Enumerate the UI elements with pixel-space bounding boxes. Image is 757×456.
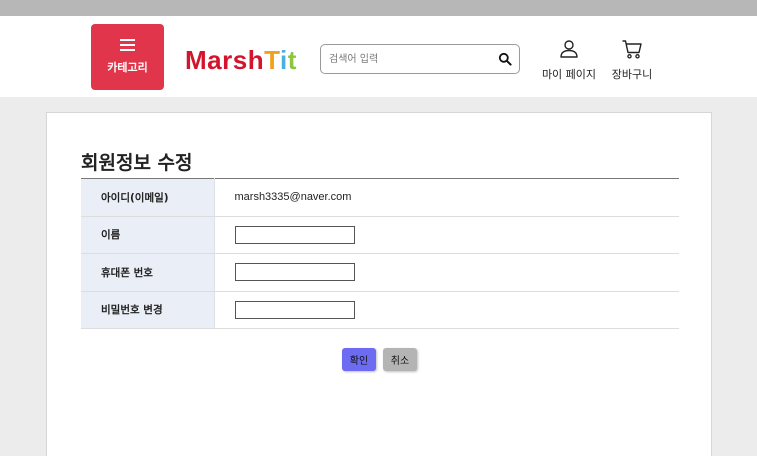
cart-label: 장바구니: [611, 68, 653, 81]
row-label-password: 비밀번호 변경: [81, 291, 215, 329]
cancel-button[interactable]: 취소: [383, 348, 417, 371]
search-icon[interactable]: [498, 52, 512, 66]
category-button[interactable]: 카테고리: [91, 24, 164, 90]
table-row: 비밀번호 변경: [81, 291, 679, 329]
row-label-name: 이름: [81, 216, 215, 254]
user-icon: [560, 40, 578, 58]
row-label-id: 아이디(이메일): [81, 178, 215, 217]
name-input[interactable]: [234, 225, 355, 244]
browser-top-strip: [0, 0, 757, 16]
member-edit-panel: 회원정보 수정 아이디(이메일) marsh3335@naver.com 이름 …: [46, 112, 712, 456]
row-label-phone: 휴대폰 번호: [81, 253, 215, 292]
mypage-link[interactable]: 마이 페이지: [540, 38, 598, 82]
hamburger-icon: [120, 39, 135, 51]
cart-link[interactable]: 장바구니: [610, 38, 654, 82]
site-logo[interactable]: MarshTit: [185, 45, 297, 76]
table-row: 이름: [81, 216, 679, 254]
search-box: [320, 44, 520, 74]
page-title: 회원정보 수정: [81, 152, 193, 174]
mypage-label: 마이 페이지: [541, 68, 597, 81]
password-input[interactable]: [234, 300, 355, 319]
search-input[interactable]: [329, 50, 489, 68]
email-value: marsh3335@naver.com: [214, 178, 679, 217]
category-label: 카테고리: [107, 61, 148, 74]
cart-icon: [622, 40, 642, 59]
member-info-table: 아이디(이메일) marsh3335@naver.com 이름 휴대폰 번호 비…: [81, 178, 679, 329]
confirm-button[interactable]: 확인: [342, 348, 376, 371]
table-row: 휴대폰 번호: [81, 253, 679, 292]
site-header: 카테고리 MarshTit 마이 페이지 장바구니: [0, 16, 757, 97]
phone-input[interactable]: [234, 263, 355, 282]
table-row: 아이디(이메일) marsh3335@naver.com: [81, 178, 679, 217]
